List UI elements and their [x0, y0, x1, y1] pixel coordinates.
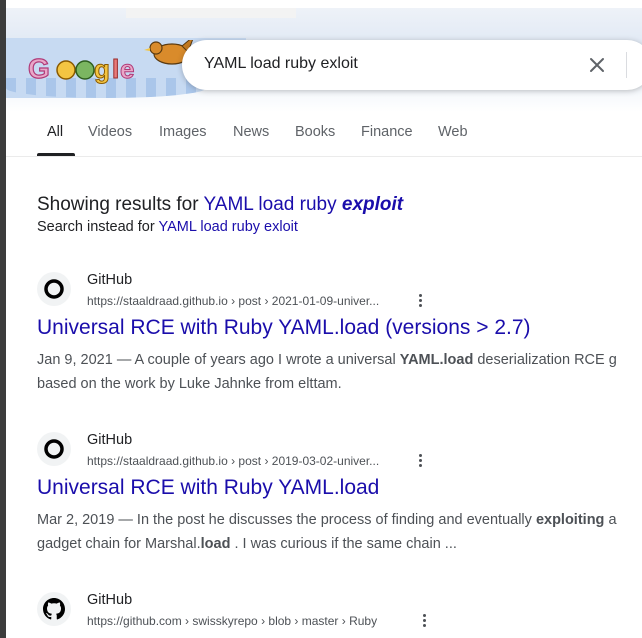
more-options-button[interactable]: [417, 612, 431, 630]
site-url[interactable]: https://github.com › swisskyrepo › blob …: [87, 614, 377, 628]
search-divider: [626, 52, 627, 78]
more-options-button[interactable]: [413, 452, 427, 470]
svg-text:g: g: [94, 54, 110, 84]
tab-all[interactable]: All: [47, 124, 63, 140]
github-icon: [43, 598, 65, 620]
more-options-button[interactable]: [413, 292, 427, 310]
clear-search-button[interactable]: [582, 50, 612, 80]
google-doodle-logo[interactable]: G g l e: [22, 40, 202, 98]
circle-o-icon: [44, 279, 64, 299]
tab-images[interactable]: Images: [159, 124, 207, 140]
tab-finance[interactable]: Finance: [361, 124, 413, 140]
site-favicon[interactable]: [37, 272, 71, 306]
search-box[interactable]: YAML load ruby exloit: [182, 40, 642, 90]
result-title-link[interactable]: Universal RCE with Ruby YAML.load (versi…: [37, 316, 531, 340]
site-url[interactable]: https://staaldraad.github.io › post › 20…: [87, 294, 379, 308]
search-instead-for: Search instead for YAML load ruby exloit: [37, 219, 298, 235]
instead-prefix: Search instead for: [37, 219, 155, 235]
result-snippet: Mar 2, 2019 — In the post he discusses t…: [37, 512, 617, 552]
search-results-page: G g l e YAML load ruby exloit All Videos…: [0, 0, 642, 638]
search-input[interactable]: YAML load ruby exloit: [204, 55, 358, 73]
site-url[interactable]: https://staaldraad.github.io › post › 20…: [87, 454, 379, 468]
svg-text:G: G: [28, 53, 50, 84]
tab-books[interactable]: Books: [295, 124, 335, 140]
result-snippet: Jan 9, 2021 — A couple of years ago I wr…: [37, 352, 617, 392]
tab-videos[interactable]: Videos: [88, 124, 132, 140]
showing-prefix: Showing results for: [37, 194, 199, 215]
banner-strip: [126, 8, 296, 18]
tabs-divider: [6, 156, 642, 157]
close-icon: [590, 58, 604, 72]
site-name[interactable]: GitHub: [87, 432, 132, 448]
corrected-query-link[interactable]: YAML load ruby exploit: [204, 194, 404, 215]
svg-text:e: e: [120, 54, 134, 84]
site-favicon[interactable]: [37, 592, 71, 626]
circle-o-icon: [44, 439, 64, 459]
site-name[interactable]: GitHub: [87, 272, 132, 288]
tab-news[interactable]: News: [233, 124, 269, 140]
showing-results-for: Showing results for YAML load ruby explo…: [37, 194, 403, 216]
tab-web[interactable]: Web: [438, 124, 468, 140]
svg-text:l: l: [112, 54, 119, 84]
result-title-link[interactable]: Universal RCE with Ruby YAML.load: [37, 476, 379, 500]
original-query-link[interactable]: YAML load ruby exloit: [158, 219, 297, 235]
site-name[interactable]: GitHub: [87, 592, 132, 608]
site-favicon[interactable]: [37, 432, 71, 466]
